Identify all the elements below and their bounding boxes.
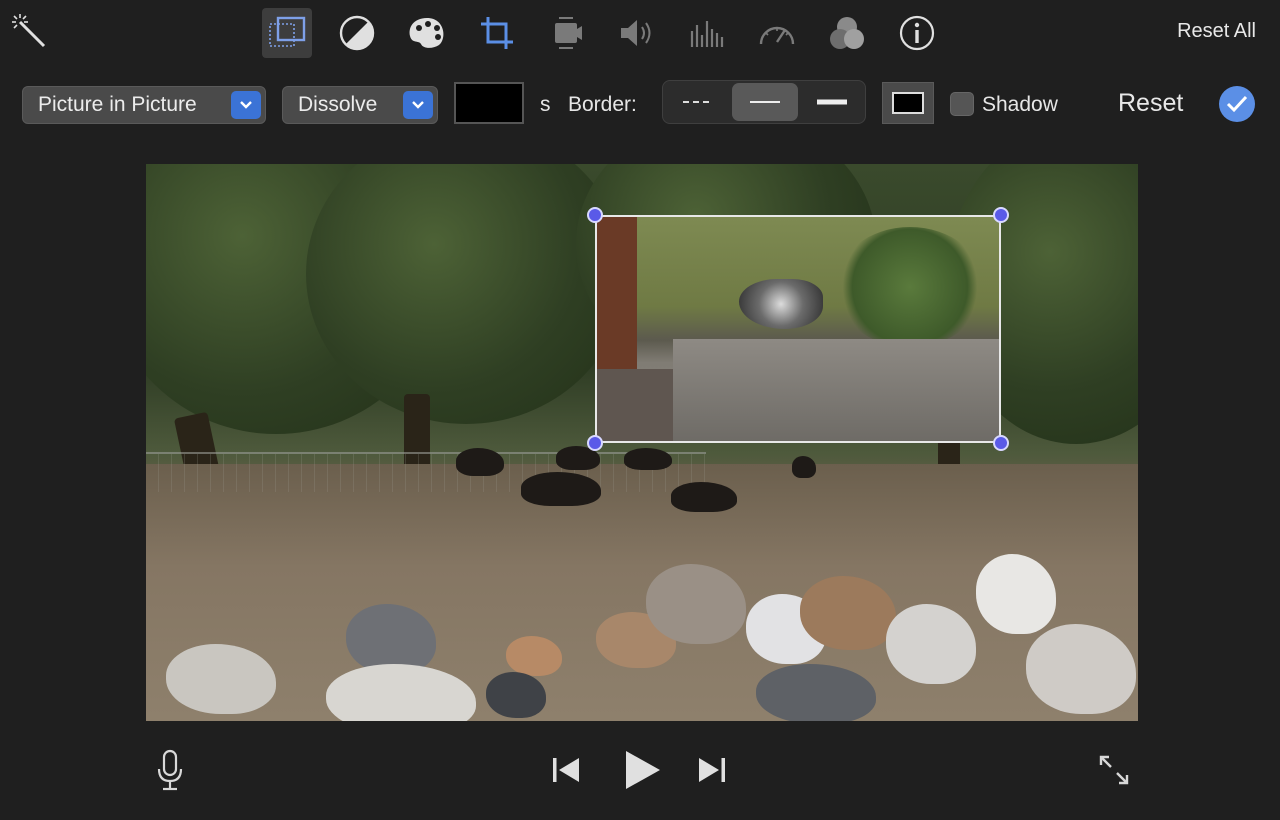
video-overlay-icon[interactable] [262, 8, 312, 58]
overlay-controls: Picture in Picture Dissolve s Border: Sh… [0, 78, 1280, 130]
microphone-icon[interactable] [150, 746, 190, 794]
reset-all-button[interactable]: Reset All [1177, 20, 1256, 43]
border-dashed-option[interactable] [665, 83, 731, 121]
top-toolbar: Reset All [0, 0, 1280, 66]
transition-value: Dissolve [298, 93, 378, 116]
scene-turkey [624, 448, 672, 470]
picture-in-picture-frame[interactable] [595, 215, 1001, 443]
transition-duration-field[interactable] [454, 82, 524, 124]
scene-turkey [792, 456, 816, 478]
crop-icon[interactable] [472, 8, 522, 58]
play-icon[interactable] [616, 744, 668, 796]
scene-rock [506, 636, 562, 676]
checkmark-icon [1226, 95, 1248, 113]
pip-bird [739, 279, 823, 329]
shadow-checkbox[interactable] [950, 92, 974, 116]
pip-resize-handle-top-left[interactable] [587, 207, 603, 223]
pip-post [597, 217, 637, 377]
pip-plant [835, 227, 985, 347]
color-balance-icon[interactable] [332, 8, 382, 58]
pip-resize-handle-bottom-left[interactable] [587, 435, 603, 451]
skip-forward-icon[interactable] [692, 750, 732, 790]
border-color-swatch [892, 92, 924, 114]
transport-controls [0, 740, 1280, 800]
border-thin-option[interactable] [732, 83, 798, 121]
scene-turkey [456, 448, 504, 476]
video-viewer[interactable] [146, 164, 1138, 721]
skip-back-icon[interactable] [546, 750, 586, 790]
duration-unit-label: s [540, 93, 551, 116]
info-icon[interactable] [892, 8, 942, 58]
shadow-label: Shadow [982, 93, 1058, 116]
fullscreen-icon[interactable] [1094, 750, 1134, 790]
border-thick-option[interactable] [799, 83, 865, 121]
stabilization-icon[interactable] [542, 8, 592, 58]
color-correction-palette-icon[interactable] [402, 8, 452, 58]
magic-wand-icon[interactable] [8, 10, 52, 54]
volume-icon[interactable] [612, 8, 662, 58]
scene-fence [146, 452, 706, 492]
border-color-well[interactable] [882, 82, 934, 124]
scene-turkey [521, 472, 601, 506]
pip-resize-handle-top-right[interactable] [993, 207, 1009, 223]
chevron-down-icon [403, 91, 433, 119]
transition-popup[interactable]: Dissolve [282, 86, 438, 124]
apply-checkmark-button[interactable] [1219, 86, 1255, 122]
scene-turkey [671, 482, 737, 512]
border-label: Border: [568, 93, 637, 116]
reset-button[interactable]: Reset [1118, 89, 1183, 118]
noise-reduction-equalizer-icon[interactable] [682, 8, 732, 58]
border-style-segmented-control [662, 80, 866, 124]
overlay-style-popup[interactable]: Picture in Picture [22, 86, 266, 124]
overlay-style-value: Picture in Picture [38, 93, 197, 116]
clip-filter-icon[interactable] [822, 8, 872, 58]
pip-wall [673, 339, 999, 441]
speed-gauge-icon[interactable] [752, 8, 802, 58]
pip-resize-handle-bottom-right[interactable] [993, 435, 1009, 451]
chevron-down-icon [231, 91, 261, 119]
